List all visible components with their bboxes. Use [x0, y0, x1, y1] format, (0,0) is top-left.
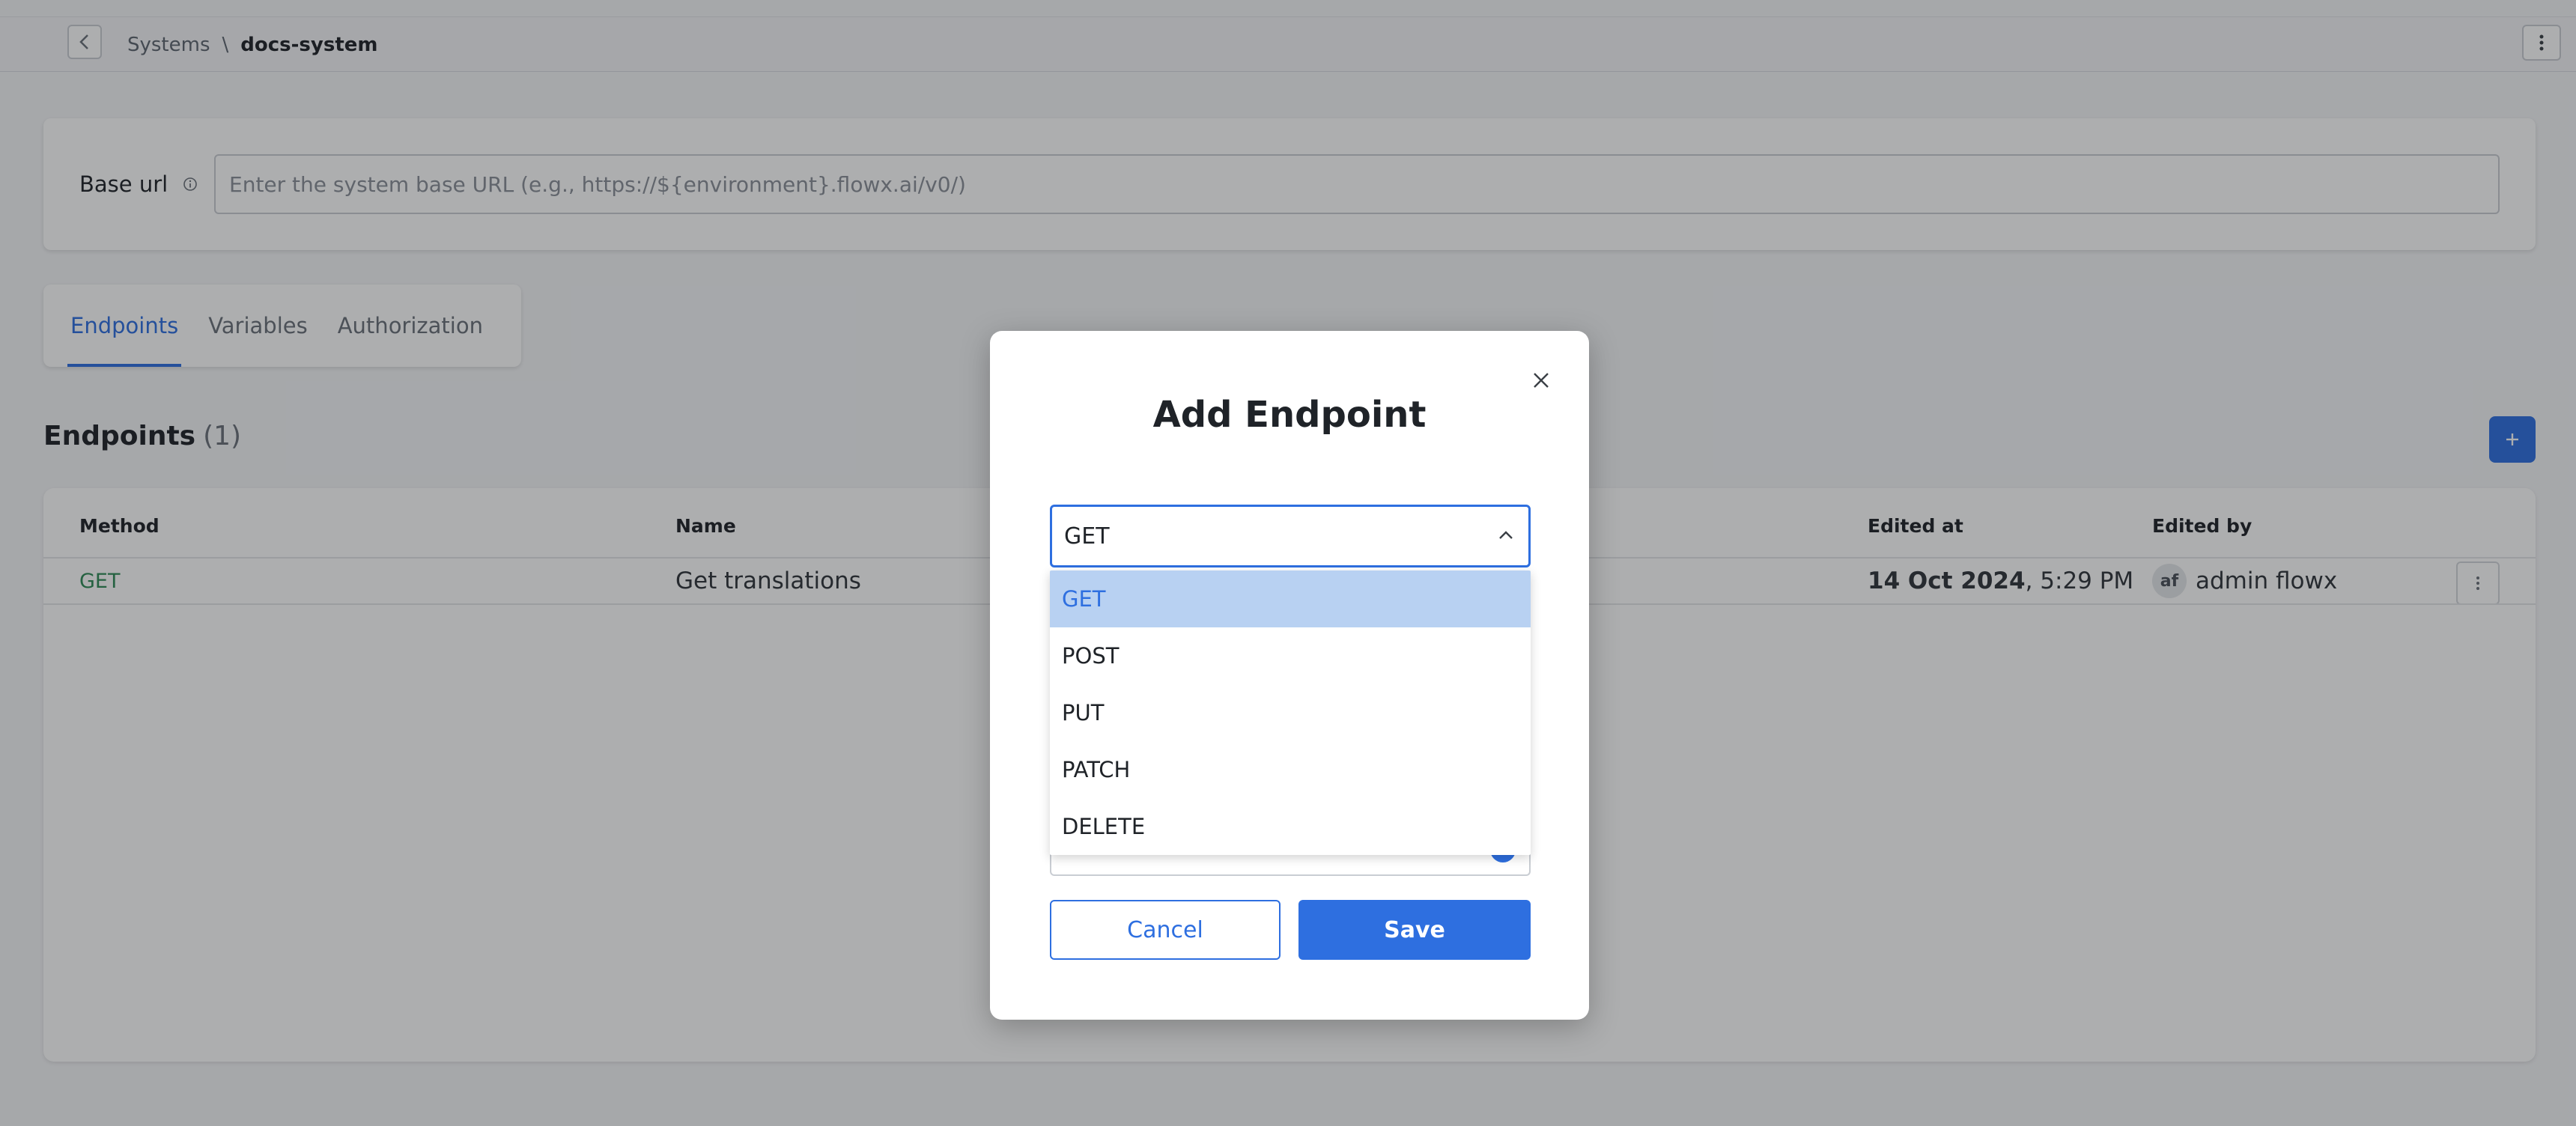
close-button[interactable] [1526, 365, 1556, 395]
option-patch[interactable]: PATCH [1050, 741, 1531, 798]
app-root: Systems \ docs-system Base url Endpoints [0, 0, 2576, 1126]
option-delete[interactable]: DELETE [1050, 798, 1531, 855]
option-get[interactable]: GET [1050, 570, 1531, 627]
add-endpoint-modal: Add Endpoint GET GET POST PUT PATCH DELE… [990, 331, 1589, 1020]
chevron-up-icon [1499, 531, 1513, 539]
method-select[interactable]: GET [1050, 505, 1531, 567]
method-dropdown: GET POST PUT PATCH DELETE [1050, 570, 1531, 855]
modal-title: Add Endpoint [1152, 394, 1427, 436]
option-put[interactable]: PUT [1050, 684, 1531, 741]
option-post[interactable]: POST [1050, 627, 1531, 684]
close-icon [1534, 373, 1549, 388]
cancel-button[interactable]: Cancel [1050, 900, 1281, 960]
method-select-value: GET [1064, 523, 1110, 550]
save-button[interactable]: Save [1298, 900, 1531, 960]
